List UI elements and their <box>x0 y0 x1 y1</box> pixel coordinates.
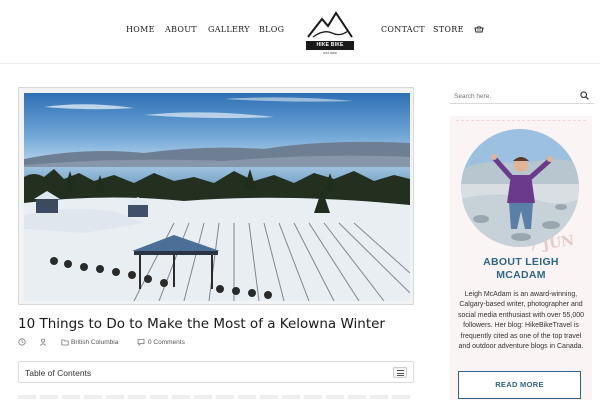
mountain-logo-icon <box>307 11 353 38</box>
author-avatar <box>461 129 579 247</box>
nav-contact[interactable]: CONTACT <box>381 25 425 34</box>
content-continuation <box>18 395 414 399</box>
cart-icon[interactable] <box>474 25 484 35</box>
search-input[interactable] <box>454 91 574 101</box>
toc-label: Table of Contents <box>25 368 92 378</box>
site-logo[interactable]: HIKE BIKE TRAVEL EST 2009 <box>304 7 356 57</box>
comment-icon <box>137 339 145 346</box>
clock-icon <box>18 338 26 346</box>
featured-image[interactable] <box>18 87 414 305</box>
about-title: ABOUT LEIGH MCADAM <box>450 256 592 282</box>
site-header: HOME ABOUT GALLERY BLOG HIKE BIKE TRAVEL… <box>0 0 600 64</box>
user-icon <box>39 338 47 346</box>
post-title[interactable]: 10 Things to Do to Make the Most of a Ke… <box>18 316 418 332</box>
nav-blog[interactable]: BLOG <box>259 25 284 34</box>
about-author-card: 7 JUN ABOUT LEIGH MCADAM Leigh McAdam is… <box>450 116 592 400</box>
about-title-line2: MCADAM <box>496 269 546 281</box>
post-category-link[interactable]: British Columbia <box>71 339 118 346</box>
nav-store[interactable]: STORE <box>433 25 464 34</box>
logo-wordmark: HIKE BIKE TRAVEL <box>306 41 354 57</box>
search-box <box>450 88 594 104</box>
post-comments-link[interactable]: 0 Comments <box>148 339 185 346</box>
winter-vineyard-photo <box>24 93 410 301</box>
list-toggle-icon[interactable] <box>393 367 407 378</box>
nav-about[interactable]: ABOUT <box>165 25 197 34</box>
table-of-contents[interactable]: Table of Contents <box>18 361 414 383</box>
folder-icon <box>61 339 69 346</box>
nav-gallery[interactable]: GALLERY <box>208 25 250 34</box>
logo-established: EST 2009 <box>323 51 337 55</box>
read-more-button[interactable]: READ MORE <box>458 371 581 399</box>
decorative-line <box>456 120 586 128</box>
nav-home[interactable]: HOME <box>126 25 155 34</box>
author-photo <box>461 129 579 247</box>
about-bio: Leigh McAdam is an award-winning, Calgar… <box>457 291 585 351</box>
about-title-line1: ABOUT LEIGH <box>483 256 559 268</box>
search-icon[interactable] <box>580 91 589 100</box>
